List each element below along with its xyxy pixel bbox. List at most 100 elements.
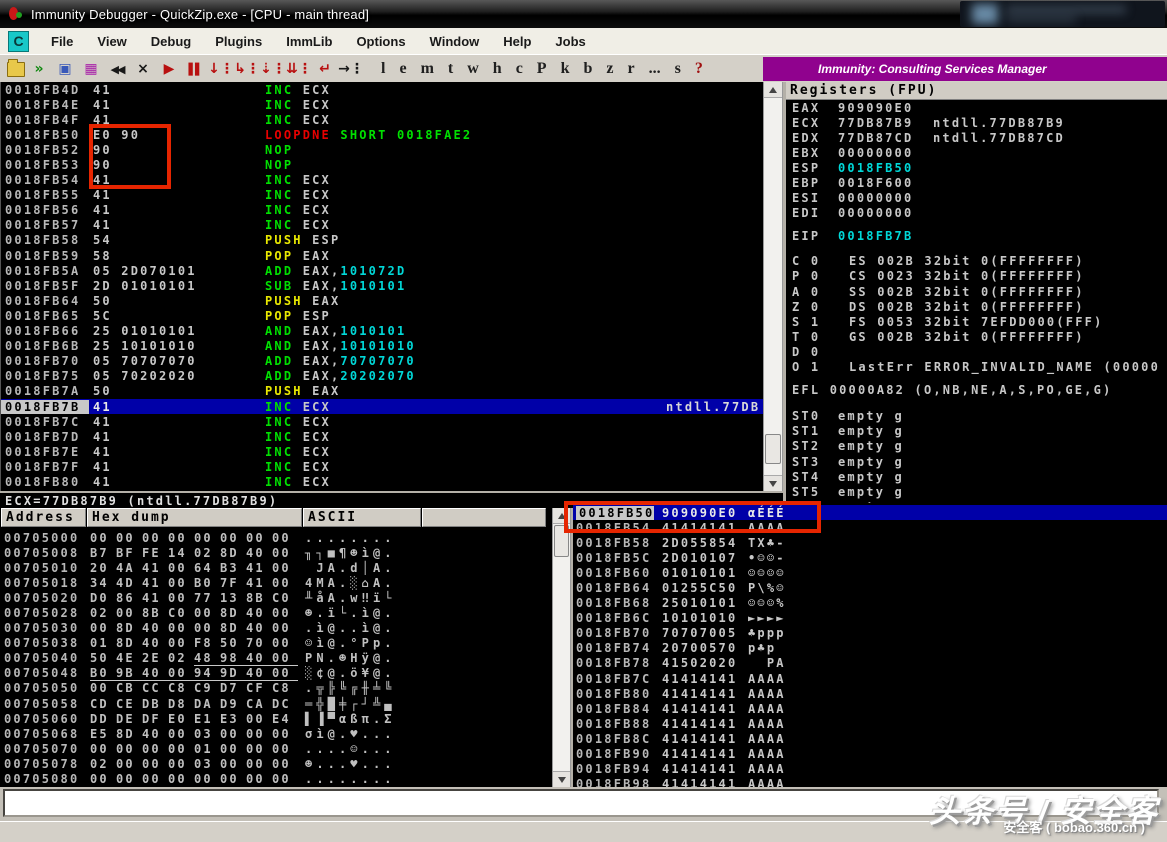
stack-row[interactable]: 0018FB8441414141AAAA — [573, 701, 1167, 716]
toolbar-letter-...[interactable]: ... — [642, 60, 668, 78]
toolbar-letter-s[interactable]: s — [668, 60, 688, 78]
stack-row[interactable]: 0018FB8041414141AAAA — [573, 686, 1167, 701]
register-row[interactable]: EBP0018F600 — [786, 175, 1167, 190]
flag-row[interactable]: T 0GS 002B 32bit 0(FFFFFFFF) — [786, 329, 1167, 344]
disasm-row[interactable]: 0018FB6625 01010101AND EAX,1010101 — [1, 324, 763, 339]
disasm-row[interactable]: 0018FB7A50PUSH EAX — [1, 384, 763, 399]
disasm-row[interactable]: 0018FB8041INC ECX — [1, 474, 763, 489]
register-row[interactable]: EDX77DB87CDntdll.77DB87CD — [786, 130, 1167, 145]
hexdump-row[interactable]: 0070505000 CB CC C8 C9 D7 CF C8 .╦╠╚╔╫╧╚ — [0, 681, 552, 696]
hexdump-row[interactable]: 00705058CD CE DB D8 DA D9 CA DC ═╬█╪┌┘╩▄ — [0, 696, 552, 711]
hexdump-row[interactable]: 00705060DD DE DF E0 E1 E3 00 E4 ▌▐▀αßπ.Σ — [0, 711, 552, 726]
disasm-row[interactable]: 0018FB7D41INC ECX — [1, 429, 763, 444]
c-menu-icon[interactable]: C — [8, 31, 29, 52]
hexdump-row[interactable]: 0070503801 8D 40 00 F8 50 70 00 ☺ì@.°Pp. — [0, 636, 552, 651]
return-icon[interactable]: ↵ — [313, 58, 337, 80]
disasm-row[interactable]: 0018FB4E41INC ECX — [1, 97, 763, 112]
hexdump-row[interactable]: 0070500000 00 00 00 00 00 00 00 ........ — [0, 530, 552, 545]
stack-row[interactable]: 0018FB9441414141AAAA — [573, 762, 1167, 777]
hexdump-row[interactable]: 0070503000 8D 40 00 00 8D 40 00 .ì@..ì@. — [0, 621, 552, 636]
registers-pane[interactable]: Registers (FPU) EAX909090E0ECX77DB87B9nt… — [786, 82, 1167, 505]
disasm-row[interactable]: 0018FB6450PUSH EAX — [1, 293, 763, 308]
fpu-row[interactable]: ST5empty g — [786, 484, 1167, 499]
disasm-row[interactable]: 0018FB7C41INC ECX — [1, 414, 763, 429]
disasm-row[interactable]: 0018FB7005 70707070ADD EAX,70707070 — [1, 354, 763, 369]
menu-item-plugins[interactable]: Plugins — [203, 34, 274, 49]
stack-row[interactable]: 0018FB582D055854TX♣- — [573, 535, 1167, 550]
flag-row[interactable]: C 0ES 002B 32bit 0(FFFFFFFF) — [786, 254, 1167, 269]
run-to-user-icon[interactable]: →⋮ — [339, 58, 363, 80]
toolbar-letter-P[interactable]: P — [530, 60, 554, 78]
toolbar-letter-?[interactable]: ? — [688, 60, 710, 78]
pause-icon[interactable]: ▌▌ — [183, 58, 207, 80]
stack-row[interactable]: 0018FB7420700570p♣p — [573, 641, 1167, 656]
restart-icon[interactable]: » — [27, 58, 51, 80]
register-row[interactable]: EBX00000000 — [786, 145, 1167, 160]
flag-row[interactable]: P 0CS 0023 32bit 0(FFFFFFFF) — [786, 269, 1167, 284]
hexdump-row[interactable]: 0070508000 00 00 00 00 00 00 00 ........ — [0, 772, 552, 787]
menu-item-options[interactable]: Options — [344, 34, 417, 49]
menu-item-view[interactable]: View — [85, 34, 138, 49]
stack-row[interactable]: 0018FB7841502020 PA — [573, 656, 1167, 671]
toolbar-letter-r[interactable]: r — [621, 60, 642, 78]
disasm-row[interactable]: 0018FB5541INC ECX — [1, 188, 763, 203]
hexdump-row[interactable]: 0070501020 4A 41 00 64 B3 41 00 JA.d│A. — [0, 560, 552, 575]
disasm-row[interactable]: 0018FB6B25 10101010AND EAX,10101010 — [1, 339, 763, 354]
hexdump-row[interactable]: 00705048B0 9B 40 00 94 9D 40 00 ░¢@.ö¥@. — [0, 666, 552, 681]
menu-item-debug[interactable]: Debug — [139, 34, 203, 49]
menu-item-window[interactable]: Window — [418, 34, 492, 49]
disasm-row[interactable]: 0018FB5F2D 01010101SUB EAX,1010101 — [1, 278, 763, 293]
stack-row[interactable]: 0018FB6825010101☺☺☺% — [573, 596, 1167, 611]
hexdump-row[interactable]: 00705068E5 8D 40 00 03 00 00 00 σì@.♥... — [0, 726, 552, 741]
disasm-row[interactable]: 0018FB5958POP EAX — [1, 248, 763, 263]
scroll-thumb[interactable] — [765, 434, 781, 464]
step-back-icon[interactable]: ◀◀ — [105, 58, 129, 80]
register-row[interactable]: ECX77DB87B9ntdll.77DB87B9 — [786, 115, 1167, 130]
flag-row[interactable]: D 0 — [786, 344, 1167, 359]
fpu-row[interactable]: ST1empty g — [786, 424, 1167, 439]
toolbar-letter-h[interactable]: h — [486, 60, 509, 78]
run-icon[interactable]: ▶ — [157, 58, 181, 80]
open-file-icon[interactable] — [1, 58, 25, 80]
step-into-icon[interactable]: ↓⋮ — [209, 58, 233, 80]
flag-row[interactable]: Z 0DS 002B 32bit 0(FFFFFFFF) — [786, 299, 1167, 314]
trace-into-icon[interactable]: ⇣⋮ — [261, 58, 285, 80]
toolbar-letter-t[interactable]: t — [441, 60, 460, 78]
fpu-row[interactable]: ST3empty g — [786, 454, 1167, 469]
toolbar-letter-z[interactable]: z — [599, 60, 620, 78]
hexdump-scrollbar[interactable] — [552, 508, 571, 787]
hexdump-row[interactable]: 0070501834 4D 41 00 B0 7F 41 00 4MA.░⌂A. — [0, 575, 552, 590]
stack-pane[interactable]: 0018FB50909090E0αÉÉÉ0018FB5441414141AAAA… — [573, 503, 1167, 787]
disasm-row[interactable]: 0018FB4D41INC ECX — [1, 82, 763, 97]
menu-item-file[interactable]: File — [39, 34, 85, 49]
hexdump-row[interactable]: 0070504050 4E 2E 02 48 98 40 00 PN.☻Hÿ@. — [0, 651, 552, 666]
toolbar-letter-k[interactable]: k — [554, 60, 577, 78]
hex-dump-pane[interactable]: Address Hex dump ASCII 0070500000 00 00 … — [0, 508, 552, 787]
stack-row[interactable]: 0018FB8C41414141AAAA — [573, 731, 1167, 746]
hexdump-row[interactable]: 0070507802 00 00 00 03 00 00 00 ☻...♥... — [0, 756, 552, 771]
register-row[interactable]: ESP0018FB50 — [786, 160, 1167, 175]
flag-row[interactable]: A 0SS 002B 32bit 0(FFFFFFFF) — [786, 284, 1167, 299]
disasm-row[interactable]: 0018FB7B41INC ECXntdll.77DB — [1, 399, 763, 414]
toolbar-letter-b[interactable]: b — [576, 60, 599, 78]
scroll-down-icon[interactable] — [553, 771, 570, 787]
flag-row[interactable]: O 1LastErr ERROR_INVALID_NAME (00000 — [786, 360, 1167, 375]
trace-over-icon[interactable]: ⇊⋮ — [287, 58, 311, 80]
scroll-down-icon[interactable] — [764, 475, 782, 491]
fpu-row[interactable]: ST2empty g — [786, 439, 1167, 454]
flag-row[interactable]: S 1FS 0053 32bit 7EFDD000(FFF) — [786, 314, 1167, 329]
toolbar-letter-l[interactable]: l — [374, 60, 392, 78]
hexdump-row[interactable]: 00705020D0 86 41 00 77 13 8B C0 ╨åA.w‼ï└ — [0, 590, 552, 605]
scroll-up-icon[interactable] — [764, 82, 782, 98]
hexdump-row[interactable]: 0070502802 00 8B C0 00 8D 40 00 ☻.ï└.ì@. — [0, 605, 552, 620]
stack-row[interactable]: 0018FB6401255C50P\%☺ — [573, 580, 1167, 595]
register-row[interactable]: EAX909090E0 — [786, 100, 1167, 115]
toolbar-letter-e[interactable]: e — [392, 60, 413, 78]
disasm-row[interactable]: 0018FB7505 70202020ADD EAX,20202070 — [1, 369, 763, 384]
window-list-icon[interactable]: ▦ — [79, 58, 103, 80]
register-row[interactable]: EIP0018FB7B — [786, 229, 1167, 244]
fpu-row[interactable]: ST0empty g — [786, 409, 1167, 424]
step-over-icon[interactable]: ↳⋮ — [235, 58, 259, 80]
disasm-row[interactable]: 0018FB7F41INC ECX — [1, 459, 763, 474]
register-row[interactable]: EDI00000000 — [786, 206, 1167, 221]
